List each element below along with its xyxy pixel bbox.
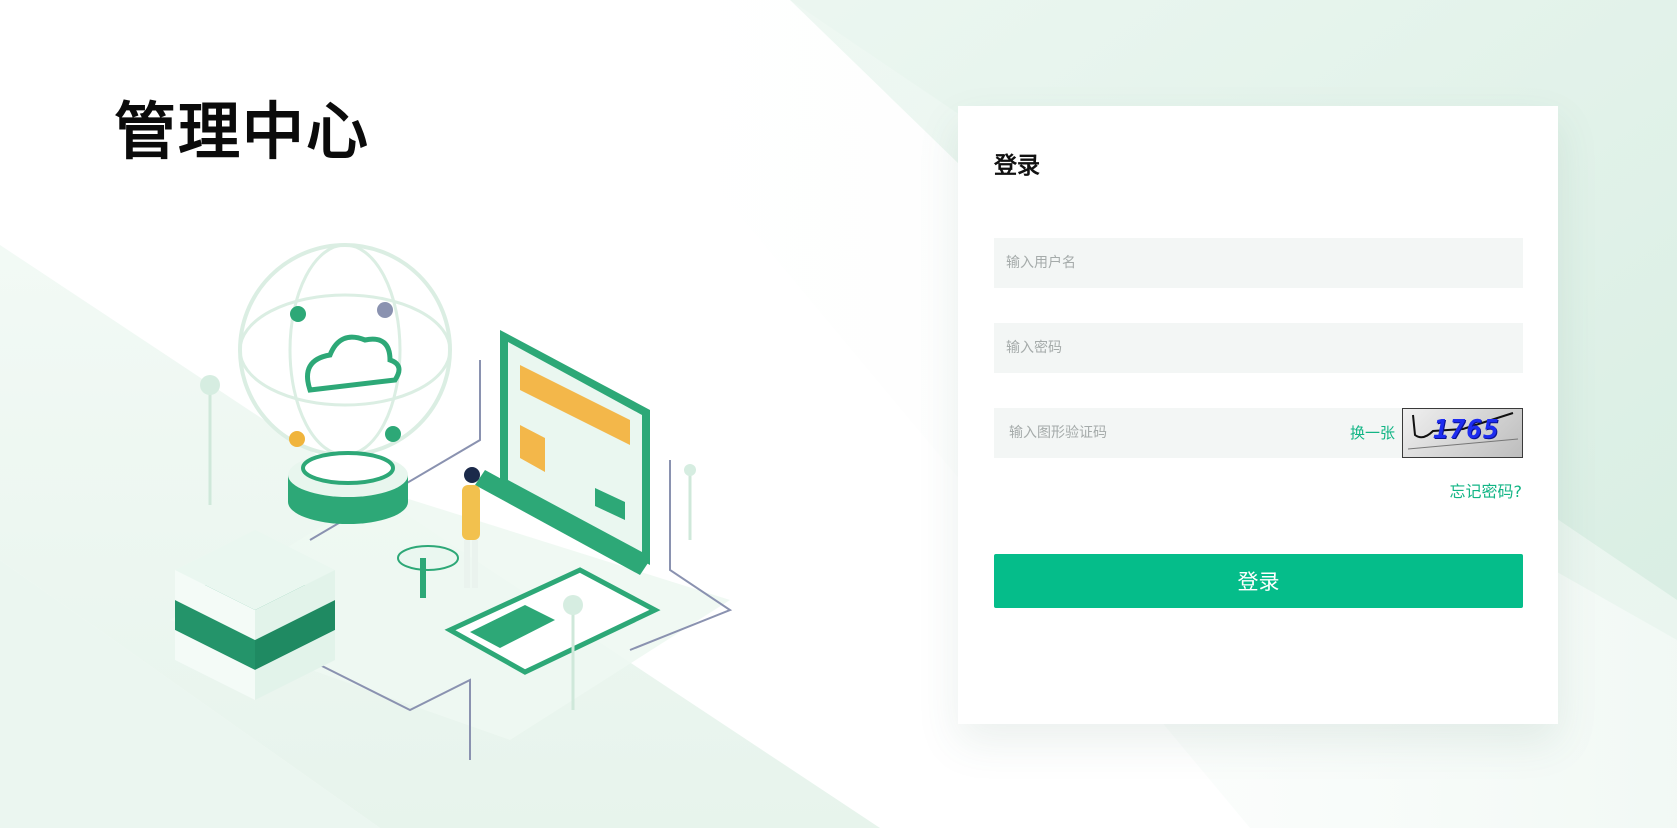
login-button[interactable]: 登录 bbox=[994, 554, 1523, 608]
password-input[interactable] bbox=[994, 323, 1523, 373]
captcha-image[interactable]: 1765 bbox=[1402, 408, 1523, 458]
username-input[interactable] bbox=[994, 238, 1523, 288]
forgot-password-link[interactable]: 忘记密码? bbox=[1450, 478, 1523, 502]
captcha-input[interactable] bbox=[994, 408, 1344, 458]
login-heading: 登录 bbox=[994, 153, 1040, 179]
captcha-code: 1765 bbox=[1433, 415, 1500, 445]
refresh-captcha-link[interactable]: 换一张 bbox=[1350, 408, 1395, 458]
page-title: 管理中心 bbox=[114, 95, 371, 168]
hero-illustration bbox=[150, 240, 750, 780]
captcha-row: 换一张 1765 bbox=[994, 408, 1523, 458]
isometric-server-illustration bbox=[170, 243, 733, 760]
login-card: 登录 换一张 1765 忘记密码? 登录 bbox=[958, 106, 1558, 724]
